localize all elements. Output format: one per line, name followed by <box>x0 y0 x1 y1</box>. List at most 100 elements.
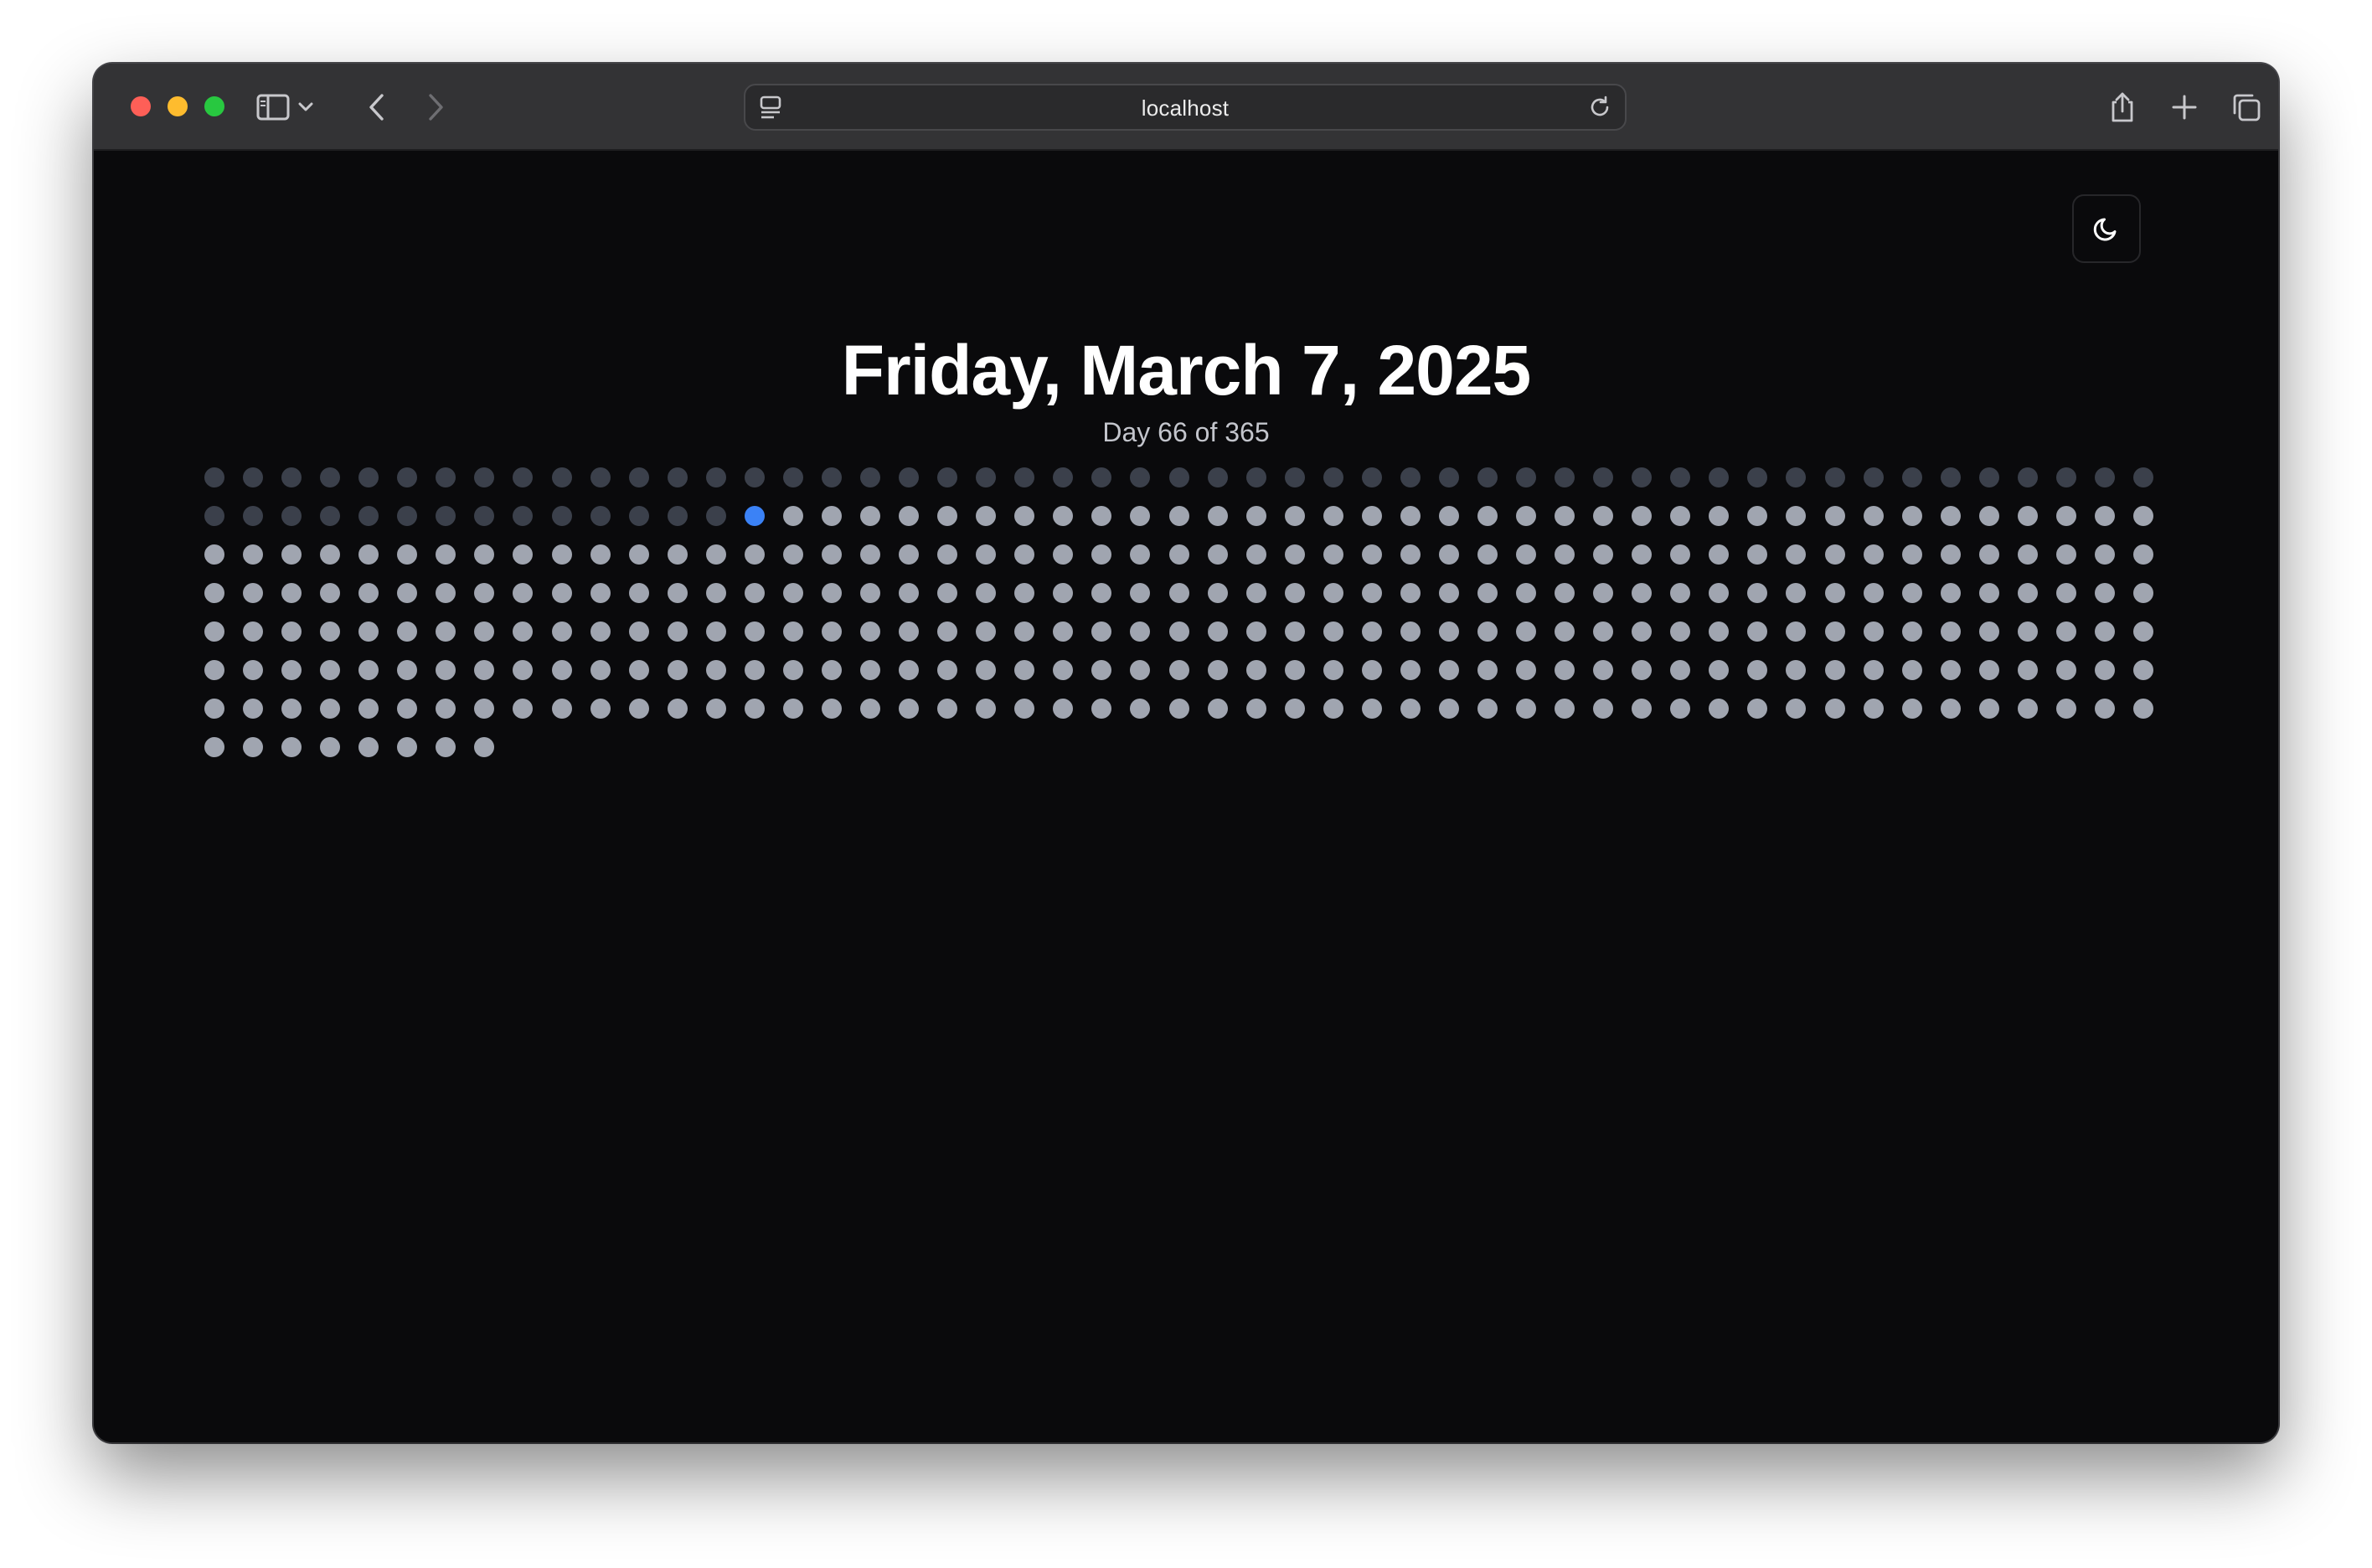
day-dot <box>1014 506 1035 526</box>
day-dot <box>2017 660 2038 680</box>
day-dot <box>1670 583 1691 603</box>
day-dot <box>782 467 803 487</box>
day-dot <box>1091 622 1112 642</box>
address-bar[interactable]: localhost <box>744 84 1627 131</box>
day-dot <box>1786 544 1807 565</box>
back-arrow-icon[interactable] <box>358 89 395 126</box>
day-dot <box>1477 660 1498 680</box>
day-dot <box>436 622 456 642</box>
day-dot <box>899 583 920 603</box>
day-dot <box>1053 622 1074 642</box>
day-dot <box>397 699 418 719</box>
day-dot <box>1863 660 1884 680</box>
day-dot <box>436 467 456 487</box>
day-dot <box>320 737 341 757</box>
day-dot <box>1863 506 1884 526</box>
day-dot <box>204 583 224 603</box>
day-dot <box>358 699 379 719</box>
day-dot <box>1168 506 1189 526</box>
theme-toggle-button[interactable] <box>2072 194 2141 263</box>
day-dot <box>1786 506 1807 526</box>
day-dot <box>976 467 997 487</box>
day-dot <box>474 737 495 757</box>
page-title: Friday, March 7, 2025 <box>841 331 1532 410</box>
day-dot <box>1978 622 1999 642</box>
day-dot <box>1940 583 1961 603</box>
day-dot <box>1901 506 1922 526</box>
day-dot <box>397 544 418 565</box>
day-dot <box>474 622 495 642</box>
day-dot <box>1786 699 1807 719</box>
day-dot <box>782 622 803 642</box>
day-dot <box>1555 583 1575 603</box>
sidebar-toggle-icon[interactable] <box>255 89 291 126</box>
day-dot <box>1516 583 1537 603</box>
day-dot <box>1632 583 1653 603</box>
url-text[interactable]: localhost <box>745 95 1625 121</box>
day-dot <box>1593 544 1614 565</box>
forward-arrow-icon[interactable] <box>417 89 454 126</box>
day-dot <box>281 660 302 680</box>
day-dot <box>358 660 379 680</box>
day-dot <box>281 622 302 642</box>
day-dot <box>1978 660 1999 680</box>
day-dot <box>243 622 264 642</box>
day-dot <box>1940 622 1961 642</box>
day-dot <box>1824 467 1845 487</box>
day-dot <box>474 544 495 565</box>
minimize-window-button[interactable] <box>168 96 188 116</box>
day-dot <box>1516 622 1537 642</box>
day-dot <box>821 622 842 642</box>
close-window-button[interactable] <box>131 96 151 116</box>
day-dot <box>1438 622 1459 642</box>
day-dot <box>1978 544 1999 565</box>
day-dot <box>1940 699 1961 719</box>
day-dot <box>1978 583 1999 603</box>
day-dot <box>1555 506 1575 526</box>
day-dot <box>1438 660 1459 680</box>
day-dot <box>513 699 534 719</box>
day-dot-today <box>744 506 765 526</box>
chevron-down-icon[interactable] <box>295 89 317 126</box>
day-dot <box>320 622 341 642</box>
day-dot <box>1593 622 1614 642</box>
tab-overview-icon[interactable] <box>2228 89 2265 126</box>
day-dot <box>937 699 958 719</box>
maximize-window-button[interactable] <box>204 96 224 116</box>
day-dot <box>1284 506 1305 526</box>
day-dot <box>1863 622 1884 642</box>
day-dot <box>1709 467 1730 487</box>
day-dot <box>628 583 649 603</box>
day-dot <box>1940 467 1961 487</box>
day-dot <box>1901 699 1922 719</box>
new-tab-icon[interactable] <box>2166 89 2203 126</box>
day-dot <box>1670 506 1691 526</box>
day-dot <box>1438 467 1459 487</box>
day-dot <box>1245 622 1266 642</box>
day-dot <box>628 622 649 642</box>
day-dot <box>976 506 997 526</box>
day-dot <box>320 544 341 565</box>
day-dot <box>1863 544 1884 565</box>
day-dot <box>1632 699 1653 719</box>
share-icon[interactable] <box>2104 89 2141 126</box>
day-dot <box>1516 506 1537 526</box>
day-dot <box>1593 467 1614 487</box>
day-dot <box>1516 699 1537 719</box>
day-dot <box>2055 467 2076 487</box>
day-dot <box>513 622 534 642</box>
day-dot <box>667 660 688 680</box>
day-dot <box>2055 583 2076 603</box>
day-dot <box>1940 660 1961 680</box>
day-dot <box>2055 699 2076 719</box>
day-dot <box>590 699 611 719</box>
day-dot <box>1632 660 1653 680</box>
day-dot <box>590 660 611 680</box>
day-dot <box>2055 622 2076 642</box>
day-dot <box>860 506 881 526</box>
day-dot <box>1168 544 1189 565</box>
day-dot <box>1863 467 1884 487</box>
reload-icon[interactable] <box>1583 89 1617 126</box>
day-dot <box>1284 544 1305 565</box>
day-dot <box>705 583 726 603</box>
